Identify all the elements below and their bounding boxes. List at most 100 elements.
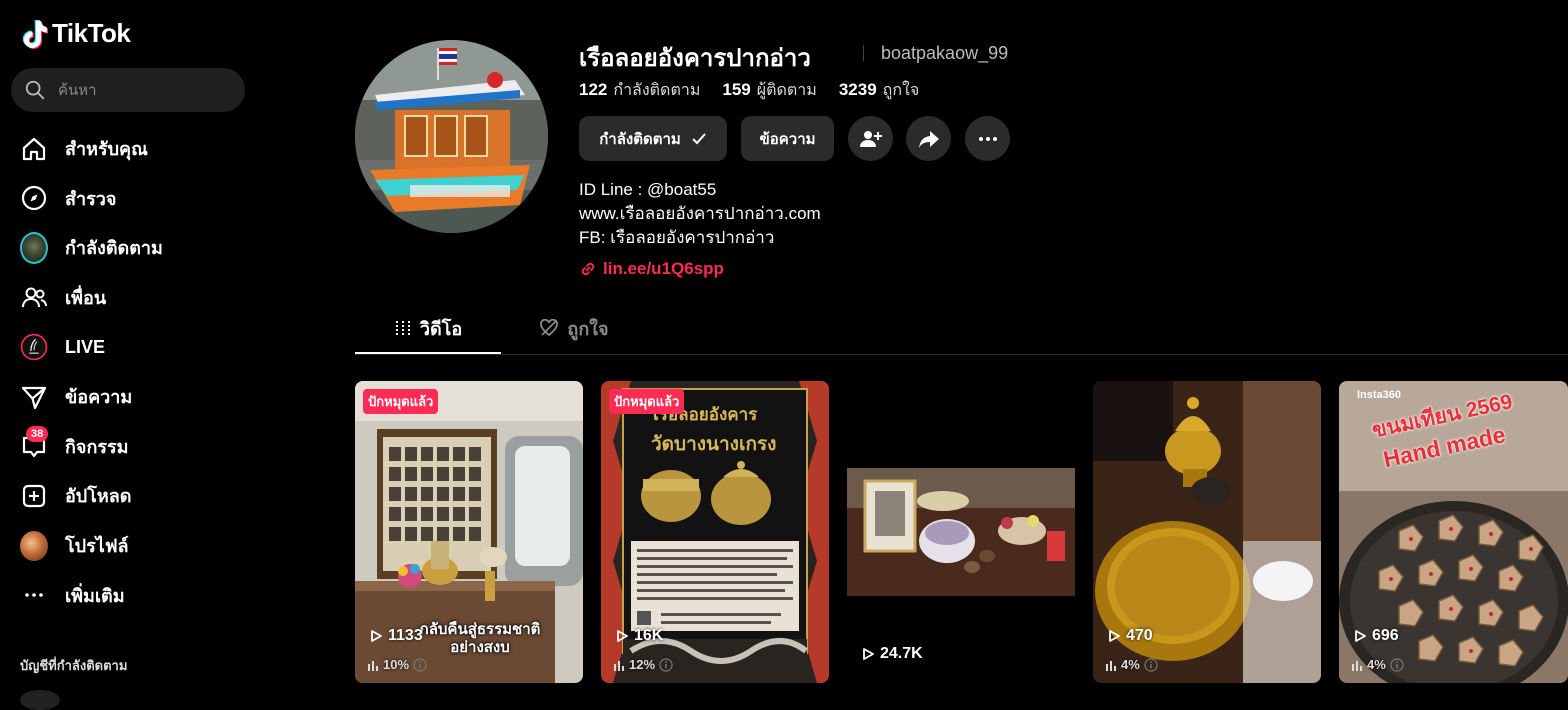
engagement-percent-value: 4% [1367, 657, 1386, 672]
sidebar-item-friends[interactable]: เพื่อน [0, 273, 265, 323]
search-icon [25, 80, 45, 100]
info-icon [413, 657, 427, 672]
video-caption: กลับคืนสู่ธรรมชาติ อย่างสงบ [419, 621, 541, 656]
bar-chart-icon [614, 660, 624, 671]
compass-icon [20, 184, 48, 212]
add-friend-button[interactable] [848, 116, 893, 161]
sidebar-item-live[interactable]: LIVE [0, 322, 265, 372]
more-icon [978, 136, 997, 141]
more-icon [20, 581, 48, 609]
home-icon [20, 135, 48, 163]
profile-username: boatpakaow_99 [881, 43, 1009, 63]
name-separator [863, 45, 864, 61]
profile-bio: ID Line : @boat55 www.เรือลอยอังคารปากอ่… [579, 178, 821, 250]
sidebar-item-following[interactable]: กำลังติดตาม [0, 223, 265, 273]
profile-display-name: เรือลอยอังคารปากอ่าว [579, 45, 811, 72]
sidebar-item-label: อัปโหลด [65, 486, 132, 507]
following-stat[interactable]: 122 กำลังติดตาม [579, 78, 700, 103]
tiktok-logo-icon [22, 19, 48, 49]
sidebar-item-activity[interactable]: 38 กิจกรรม [0, 422, 265, 472]
sidebar-item-for-you[interactable]: สำหรับคุณ [0, 124, 265, 174]
bar-chart-icon [368, 660, 378, 671]
view-count: 470 [1107, 627, 1153, 645]
tab-liked[interactable]: ถูกใจ [501, 304, 647, 352]
message-button[interactable]: ข้อความ [741, 116, 834, 161]
video-thumbnail [847, 381, 1075, 683]
pinned-badge: ปักหมุดแล้ว [609, 389, 685, 414]
pinned-badge: ปักหมุดแล้ว [363, 389, 439, 414]
sidebar-item-label: สำหรับคุณ [65, 139, 148, 160]
bio-line: ID Line : @boat55 [579, 180, 717, 199]
sidebar-item-upload[interactable]: อัปโหลด [0, 471, 265, 521]
sidebar-item-label: สำรวจ [65, 188, 117, 209]
followers-label: ผู้ติดตาม [756, 82, 817, 99]
view-count: 16K [615, 627, 663, 645]
upload-icon [20, 482, 48, 510]
sidebar-item-profile[interactable]: โปรไฟล์ [0, 521, 265, 571]
engagement-percent: 12% [613, 657, 673, 672]
sidebar-nav: สำหรับคุณ สำรวจ กำลังติดตาม เพื่อน LIVE [0, 124, 265, 620]
following-accounts-title: บัญชีที่กำลังติดตาม [20, 658, 128, 673]
tab-videos-label: วิดีโอ [419, 318, 463, 339]
search-input[interactable] [56, 80, 240, 100]
more-options-button[interactable] [965, 116, 1010, 161]
grid-icon [395, 321, 410, 335]
tab-videos[interactable]: วิดีโอ [355, 304, 501, 354]
following-count: 122 [579, 80, 608, 99]
heart-hidden-icon [540, 319, 559, 337]
engagement-percent-value: 12% [629, 657, 656, 672]
tiktok-logo[interactable]: TikTok [20, 18, 131, 49]
video-card[interactable]: 24.7K [847, 381, 1075, 683]
view-count-value: 696 [1372, 627, 1399, 644]
video-card[interactable]: เรือลอยอังคาร วัดบางนางเกรง ปักหมุดแล้ว … [601, 381, 829, 683]
view-count: 1133 [369, 627, 423, 645]
play-icon [617, 630, 628, 642]
friends-icon [20, 284, 48, 312]
bio-line: www.เรือลอยอังคารปากอ่าว.com [579, 204, 821, 223]
sidebar: TikTok สำหรับคุณ สำรวจ กำลังติดตาม [0, 0, 265, 710]
profile-avatar-large[interactable] [355, 40, 548, 233]
message-button-label: ข้อความ [759, 130, 816, 148]
view-count-value: 16K [634, 627, 664, 644]
check-icon [692, 132, 706, 144]
send-icon [20, 383, 48, 411]
following-account-avatar[interactable] [20, 690, 60, 710]
profile-link[interactable]: lin.ee/u1Q6spp [579, 259, 724, 279]
play-icon [863, 648, 874, 660]
search-box[interactable] [11, 68, 245, 112]
sidebar-item-label: กิจกรรม [65, 436, 129, 457]
followers-count: 159 [722, 80, 751, 99]
notification-badge: 38 [26, 425, 49, 442]
view-count-value: 1133 [388, 627, 423, 644]
sidebar-item-label: ข้อความ [65, 387, 133, 408]
profile-link-text: lin.ee/u1Q6spp [603, 259, 724, 278]
profile-stats: 122 กำลังติดตาม 159 ผู้ติดตาม 3239 ถูกใจ [579, 78, 919, 103]
view-count-value: 470 [1126, 627, 1153, 644]
tab-liked-label: ถูกใจ [567, 318, 609, 339]
engagement-percent: 10% [367, 657, 427, 672]
video-card[interactable]: Insta360 ขนมเทียน 2569 Hand made 696 4% [1339, 381, 1568, 683]
engagement-percent-value: 10% [383, 657, 410, 672]
followers-stat[interactable]: 159 ผู้ติดตาม [722, 78, 816, 103]
sign-subtitle: วัดบางนางเกรง [651, 433, 777, 455]
share-button[interactable] [906, 116, 951, 161]
engagement-percent: 4% [1351, 657, 1404, 672]
sidebar-item-explore[interactable]: สำรวจ [0, 174, 265, 224]
live-icon [20, 333, 48, 361]
video-card[interactable]: 470 4% [1093, 381, 1321, 683]
following-button[interactable]: กำลังติดตาม [579, 116, 727, 161]
info-icon [1144, 657, 1158, 672]
profile-avatar [20, 530, 48, 561]
video-card[interactable]: ปักหมุดแล้ว กลับคืนสู่ธรรมชาติ อย่างสงบ … [355, 381, 583, 683]
sidebar-item-label: กำลังติดตาม [65, 238, 163, 259]
bio-line: FB: เรือลอยอังคารปากอ่าว [579, 228, 775, 247]
bar-chart-icon [1352, 660, 1362, 671]
play-icon [1109, 630, 1120, 642]
play-icon [371, 630, 382, 642]
following-avatar [20, 231, 48, 264]
insta360-watermark: Insta360 [1357, 389, 1402, 401]
play-icon [1355, 630, 1366, 642]
bar-chart-icon [1106, 660, 1116, 671]
sidebar-item-messages[interactable]: ข้อความ [0, 372, 265, 422]
sidebar-item-more[interactable]: เพิ่มเติม [0, 570, 265, 620]
